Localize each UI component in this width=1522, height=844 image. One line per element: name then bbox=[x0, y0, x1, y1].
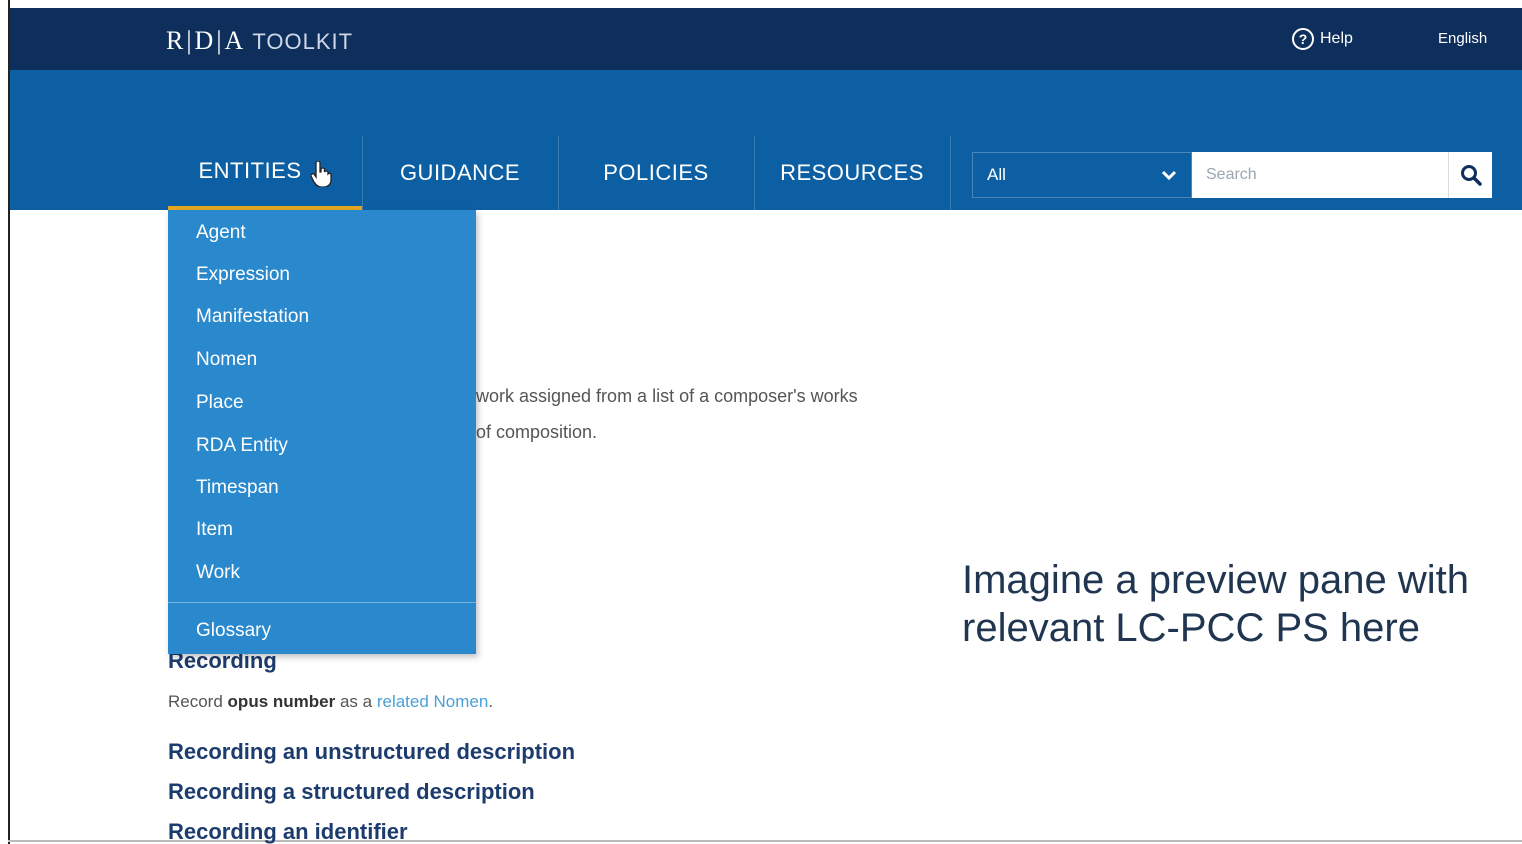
nav-tab-resources[interactable]: RESOURCES bbox=[754, 136, 950, 210]
language-selector[interactable]: English bbox=[1438, 30, 1487, 47]
recording-note: Record opus number as a related Nomen. bbox=[168, 692, 493, 712]
chevron-down-icon bbox=[1161, 170, 1177, 181]
work-description-text: work assigned from a list of a composer'… bbox=[476, 386, 858, 406]
nav-tab-policies[interactable]: POLICIES bbox=[558, 136, 754, 210]
menu-item-agent[interactable]: Agent bbox=[196, 222, 246, 244]
main-navigation: ENTITIES GUIDANCE POLICIES RESOURCES All… bbox=[10, 70, 1522, 210]
rda-toolkit-logo[interactable]: R|D|A TOOLKIT bbox=[166, 26, 353, 56]
help-circle-icon: ? bbox=[1292, 28, 1314, 50]
logo-main-text: R|D|A bbox=[166, 26, 247, 55]
nav-tab-entities[interactable]: ENTITIES bbox=[168, 136, 362, 210]
hand-pointer-cursor-icon bbox=[309, 161, 332, 187]
menu-divider bbox=[168, 602, 476, 603]
note-end: . bbox=[488, 692, 494, 711]
search-scope-value: All bbox=[987, 165, 1006, 184]
recording-structured-link[interactable]: Recording a structured description bbox=[168, 779, 535, 805]
work-description-text-2: of composition. bbox=[476, 422, 598, 442]
menu-item-glossary[interactable]: Glossary bbox=[196, 620, 271, 642]
logo-sub-text: TOOLKIT bbox=[252, 29, 354, 54]
menu-item-rda-entity[interactable]: RDA Entity bbox=[196, 435, 288, 457]
menu-item-work[interactable]: Work bbox=[196, 562, 240, 584]
related-nomen-link[interactable]: related Nomen bbox=[377, 692, 489, 711]
search-icon bbox=[1460, 165, 1482, 186]
menu-item-expression[interactable]: Expression bbox=[196, 264, 290, 286]
nav-tab-guidance[interactable]: GUIDANCE bbox=[362, 136, 558, 210]
nav-separator bbox=[950, 136, 951, 210]
menu-item-item[interactable]: Item bbox=[196, 519, 233, 541]
help-label: Help bbox=[1320, 30, 1353, 47]
recording-identifier-link[interactable]: Recording an identifier bbox=[168, 819, 408, 844]
search-input[interactable]: Search bbox=[1192, 152, 1448, 198]
note-mid: as a bbox=[339, 692, 373, 711]
note-bold-term: opus number bbox=[227, 692, 336, 711]
nav-tab-label: ENTITIES bbox=[198, 158, 302, 183]
menu-item-manifestation[interactable]: Manifestation bbox=[196, 306, 309, 328]
preview-pane-annotation: Imagine a preview pane with relevant LC-… bbox=[962, 558, 1469, 650]
menu-item-timespan[interactable]: Timespan bbox=[196, 477, 279, 499]
search-button[interactable] bbox=[1448, 152, 1492, 198]
entities-dropdown-menu: Agent Expression Manifestation Nomen Pla… bbox=[168, 210, 476, 654]
recording-unstructured-link[interactable]: Recording an unstructured description bbox=[168, 739, 575, 765]
help-link[interactable]: ? Help bbox=[1292, 28, 1353, 50]
search-scope-select[interactable]: All bbox=[972, 152, 1192, 198]
menu-item-nomen[interactable]: Nomen bbox=[196, 349, 257, 371]
menu-item-place[interactable]: Place bbox=[196, 392, 244, 414]
top-header-bar: R|D|A TOOLKIT ? Help English bbox=[10, 8, 1522, 70]
note-prefix: Record bbox=[168, 692, 223, 711]
